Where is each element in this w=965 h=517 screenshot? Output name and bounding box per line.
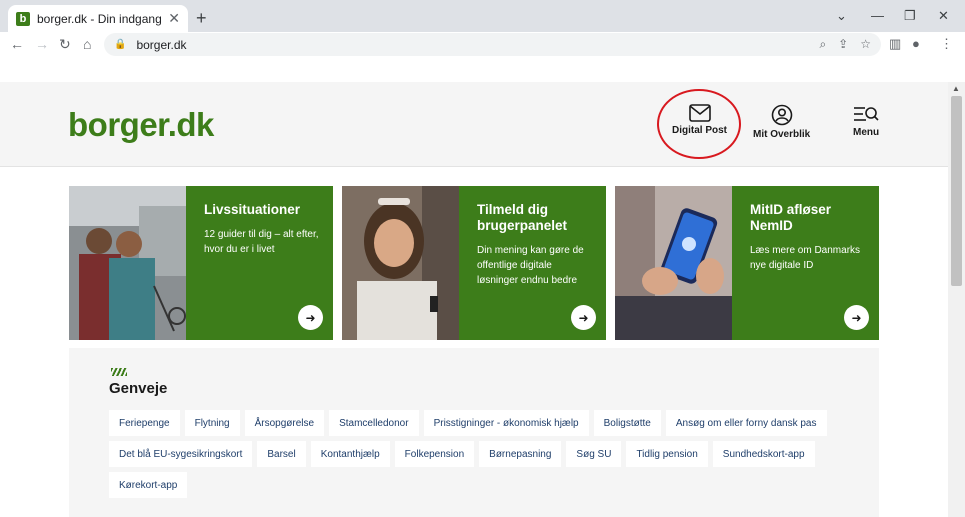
share-icon[interactable]: ⇪	[838, 37, 848, 52]
lock-icon: 🔒	[114, 39, 127, 50]
restore-icon[interactable]: ❐	[904, 8, 916, 24]
card-title: Livssituationer	[204, 202, 301, 217]
mit-overblik-label: Mit Overblik	[753, 129, 811, 140]
shortcut-chips: Feriepenge Flytning Årsopgørelse Stamcelled…	[109, 410, 827, 503]
shortcut-link[interactable]: Feriepenge	[109, 410, 180, 436]
site-header: borger.dk Digital Post Mit Overblik Menu	[0, 82, 948, 167]
new-tab-button[interactable]: +	[196, 8, 210, 28]
page-viewport: borger.dk Digital Post Mit Overblik Menu…	[0, 82, 948, 517]
favicon: b	[16, 11, 30, 26]
menu-button[interactable]: Menu	[853, 104, 879, 138]
promo-cards: Livssituationer 12 guider til dig – alt …	[69, 186, 879, 340]
window-close-icon[interactable]: ✕	[938, 8, 949, 24]
page-scrollbar[interactable]: ▲	[948, 82, 965, 517]
shortcut-row: Kørekort-app	[109, 472, 809, 498]
card-text: Læs mere om Danmarks nye digitale ID	[750, 245, 861, 271]
browser-tab[interactable]: b borger.dk - Din indgang til det o ✕	[8, 5, 188, 32]
card-title: MitID afløser NemID	[750, 202, 832, 233]
tab-search-chevron-icon[interactable]: ⌄	[836, 8, 847, 24]
card-content: MitID afløser NemID Læs mere om Danmarks…	[732, 186, 879, 340]
menu-label: Menu	[853, 127, 880, 138]
shortcut-link[interactable]: Prisstigninger - økonomisk hjælp	[423, 410, 589, 436]
user-circle-icon	[771, 104, 792, 126]
arrow-right-icon[interactable]: ➜	[298, 305, 323, 330]
shortcut-link[interactable]: Stamcelledonor	[329, 410, 419, 436]
photo-two-men	[69, 186, 186, 340]
shortcut-link[interactable]: Det blå EU-sygesikringskort	[109, 441, 253, 467]
forward-arrow-icon[interactable]: →	[35, 36, 49, 52]
shortcut-link[interactable]: Flytning	[184, 410, 240, 436]
shortcut-row: Feriepenge Flytning Årsopgørelse Stamcelled…	[109, 410, 827, 436]
menu-search-icon	[854, 107, 879, 121]
minimize-icon[interactable]: —	[871, 8, 884, 23]
promo-card-livssituationer[interactable]: Livssituationer 12 guider til dig – alt …	[69, 186, 333, 340]
shortcut-link[interactable]: Sundhedskort-app	[712, 441, 815, 467]
zoom-icon[interactable]: ⌕	[819, 37, 826, 52]
shortcut-link[interactable]: Søg SU	[566, 441, 622, 467]
address-bar[interactable]: 🔒 borger.dk ⌕ ⇪ ☆	[104, 33, 881, 56]
highlight-circle-annotation	[657, 89, 741, 159]
shortcut-link[interactable]: Kontanthjælp	[310, 441, 390, 467]
shortcut-link[interactable]: Kørekort-app	[109, 472, 188, 498]
stripes-decoration	[111, 368, 127, 376]
scrollbar-thumb[interactable]	[951, 96, 962, 286]
shortcut-link[interactable]: Boligstøtte	[593, 410, 661, 436]
arrow-right-icon[interactable]: ➜	[844, 305, 869, 330]
profile-avatar-icon[interactable]: ●	[912, 36, 920, 51]
card-text: Din mening kan gøre de offentlige digita…	[477, 245, 584, 286]
card-content: Tilmeld dig brugerpanelet Din mening kan…	[459, 186, 606, 340]
promo-card-mitid[interactable]: MitID afløser NemID Læs mere om Danmarks…	[615, 186, 879, 340]
shortcut-link[interactable]: Folkepension	[394, 441, 475, 467]
arrow-right-icon[interactable]: ➜	[571, 305, 596, 330]
shortcut-link[interactable]: Barsel	[257, 441, 306, 467]
reload-icon[interactable]: ↻	[59, 36, 71, 53]
shortcuts-title: Genveje	[109, 380, 168, 397]
promo-card-brugerpanel[interactable]: Tilmeld dig brugerpanelet Din mening kan…	[342, 186, 606, 340]
borger-logo[interactable]: borger.dk	[68, 106, 214, 144]
card-title: Tilmeld dig brugerpanelet	[477, 202, 568, 233]
tab-title: borger.dk - Din indgang til det o	[37, 11, 162, 26]
browser-tab-strip: b borger.dk - Din indgang til det o ✕ + …	[0, 0, 965, 32]
bookmark-star-icon[interactable]: ☆	[860, 37, 871, 52]
shortcut-row: Det blå EU-sygesikringskort Barsel Kontant…	[109, 441, 815, 467]
shortcut-link[interactable]: Børnepasning	[479, 441, 562, 467]
card-text: 12 guider til dig – alt efter, hvor du e…	[204, 229, 319, 255]
browser-menu-icon[interactable]: ⋮	[940, 36, 953, 52]
home-icon[interactable]: ⌂	[83, 36, 91, 52]
photo-smiling-woman	[342, 186, 459, 340]
url-text: borger.dk	[136, 37, 187, 52]
card-content: Livssituationer 12 guider til dig – alt …	[186, 186, 333, 340]
mit-overblik-link[interactable]: Mit Overblik	[753, 104, 810, 140]
side-panel-icon[interactable]: ▥	[889, 36, 901, 52]
back-arrow-icon[interactable]: ←	[10, 36, 24, 52]
tab-close-icon[interactable]: ✕	[168, 10, 180, 27]
photo-phone-hands	[615, 186, 732, 340]
shortcut-link[interactable]: Tidlig pension	[626, 441, 708, 467]
shortcuts-section: Genveje Feriepenge Flytning Årsopgørelse St…	[69, 348, 879, 517]
scroll-up-icon[interactable]: ▲	[952, 84, 960, 93]
shortcut-link[interactable]: Ansøg om eller forny dansk pas	[665, 410, 827, 436]
shortcut-link[interactable]: Årsopgørelse	[244, 410, 325, 436]
browser-toolbar: ← → ↻ ⌂ 🔒 borger.dk ⌕ ⇪ ☆ ▥ ● ⋮	[0, 32, 965, 57]
